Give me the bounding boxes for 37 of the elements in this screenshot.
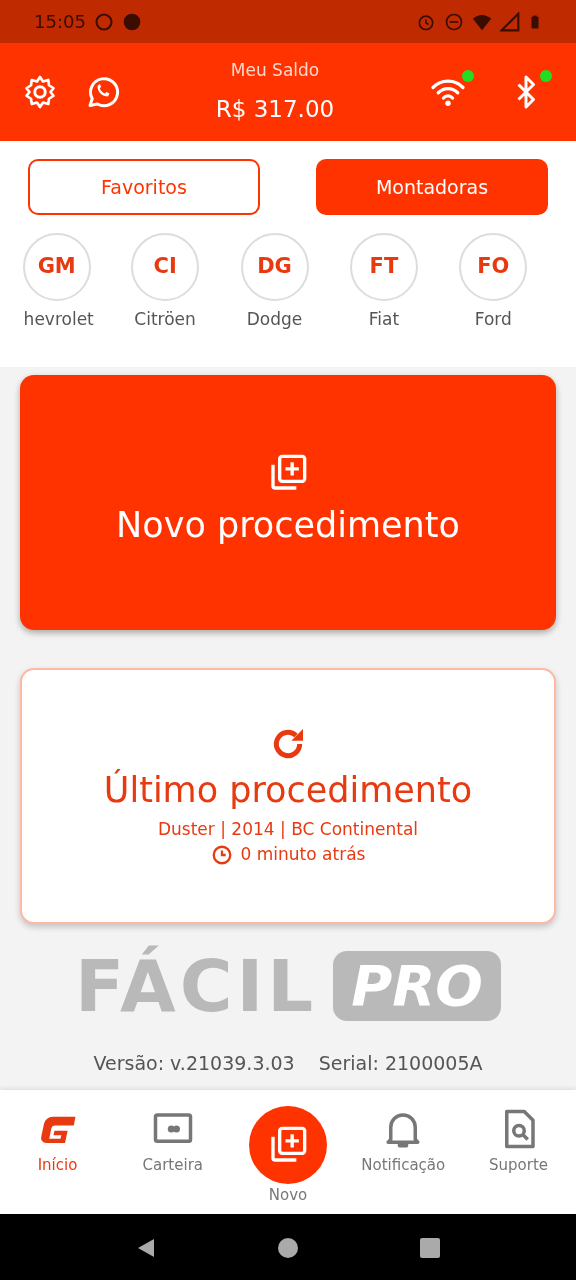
add-icon	[268, 1125, 308, 1165]
brand-logo[interactable]: FO	[459, 233, 528, 301]
serial-text: Serial: 2100005A	[318, 1050, 483, 1076]
brand-logo[interactable]: GM	[22, 233, 91, 301]
nav-tab[interactable]: Início	[0, 1108, 115, 1177]
time-text: 0 minuto atrás	[240, 843, 366, 867]
brand-logo[interactable]: FT	[349, 233, 418, 301]
do-not-disturb-icon	[444, 11, 464, 32]
brand-name: Citröen	[134, 308, 196, 331]
brand-name: Dodge	[246, 308, 303, 331]
version-text: Versão: v.21039.3.03	[93, 1050, 295, 1076]
brand-logo[interactable]: CI	[131, 233, 200, 301]
vehicle-text: Duster | 2014 | BC Continental	[157, 817, 419, 841]
brand-name: Ford	[474, 308, 512, 331]
clock-icon	[210, 844, 233, 866]
brand-name: Fiat	[368, 308, 400, 331]
new-procedure-card[interactable]: Novo procedimento	[20, 375, 556, 630]
clock-text: 15:05	[34, 10, 86, 34]
brand-logo[interactable]: DG	[240, 233, 309, 301]
balance-label: Meu Saldo	[229, 59, 321, 82]
tab[interactable]: Montadoras	[316, 159, 548, 215]
card-title: Último procedimento	[103, 768, 473, 813]
last-procedure-card[interactable]: Último procedimento Duster | 2014 | BC Continental 0 minuto atrás	[20, 668, 556, 924]
nav-tab[interactable]: Carteira	[115, 1108, 231, 1177]
brand-name: hevrolet	[23, 308, 94, 331]
nav-tab[interactable]: Notificação	[345, 1108, 461, 1177]
nav-tab[interactable]: Suporte	[461, 1108, 576, 1177]
settings-icon[interactable]	[22, 74, 58, 110]
logo-badge: PRO	[333, 951, 501, 1021]
home-icon[interactable]	[276, 1236, 300, 1260]
balance-amount: R$ 317.00	[214, 94, 336, 124]
tab[interactable]: Favoritos	[28, 159, 260, 215]
signal-icon	[500, 11, 520, 32]
logo-text: FÁCIL	[75, 942, 318, 1030]
nav-label: Novo	[268, 1185, 308, 1206]
recents-icon[interactable]	[418, 1236, 442, 1260]
card-title: Novo procedimento	[116, 504, 460, 548]
